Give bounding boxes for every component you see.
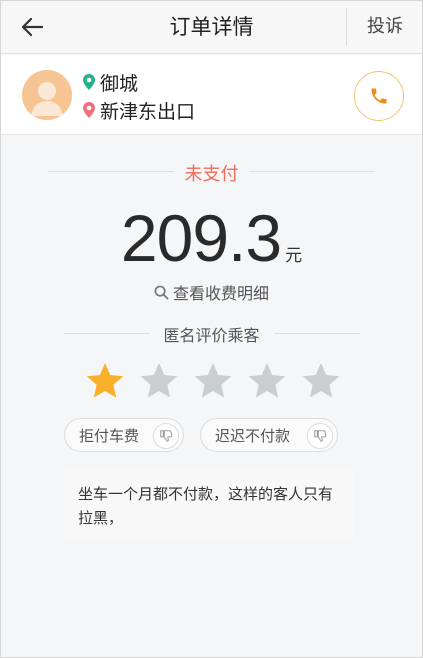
start-location-row: 御城 (82, 69, 138, 95)
rating-title: 匿名评价乘客 (163, 326, 260, 345)
tag-label: 迟迟不付款 (215, 426, 291, 445)
star-icon-3[interactable] (192, 360, 234, 402)
end-location-row: 新津东出口 (82, 97, 195, 123)
location-pin-green-icon (83, 74, 95, 90)
end-location-text: 新津东出口 (100, 100, 196, 123)
star-icon-2[interactable] (138, 360, 180, 402)
star-icon-4[interactable] (246, 360, 288, 402)
complain-button[interactable]: 投诉 (347, 0, 423, 54)
user-avatar-icon (22, 70, 72, 120)
passenger-card: 御城 新津东出口 (0, 55, 423, 135)
payment-status: 未支付 (184, 164, 239, 185)
fare-amount: 209.3 (120, 201, 282, 275)
thumb-down-icon (153, 423, 179, 449)
call-button[interactable] (354, 71, 404, 121)
tag-refuse-fare[interactable]: 拒付车费 (64, 418, 184, 452)
phone-icon (371, 88, 387, 104)
fee-detail-label: 查看收费明细 (172, 284, 269, 303)
amount-row: 209.3 元 (0, 200, 423, 276)
star-rating (84, 360, 344, 402)
tag-delayed-payment[interactable]: 迟迟不付款 (200, 418, 338, 452)
rating-comment: 坐车一个月都不付款，这样的客人只有拉黑， (64, 470, 354, 540)
magnifier-icon (154, 285, 169, 299)
thumb-down-icon (307, 423, 333, 449)
star-icon-5[interactable] (300, 360, 342, 402)
currency-unit: 元 (285, 246, 303, 266)
tag-label: 拒付车费 (79, 426, 140, 445)
fee-detail-link[interactable]: 查看收费明细 (0, 280, 423, 304)
location-pin-red-icon (83, 102, 95, 118)
star-icon-1[interactable] (84, 360, 126, 402)
top-nav-bar: 订单详情 投诉 (0, 0, 423, 54)
start-location-text: 御城 (100, 72, 139, 95)
